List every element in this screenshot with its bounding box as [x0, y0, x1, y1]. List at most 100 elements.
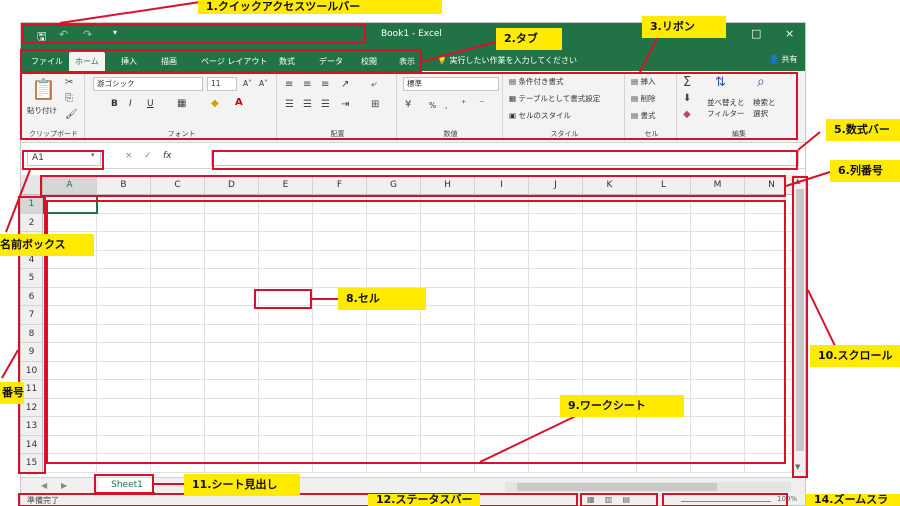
align-middle-icon[interactable]: ≡	[303, 79, 311, 90]
column-header-N[interactable]: N	[745, 175, 799, 195]
tab-home[interactable]: ホーム	[69, 52, 105, 71]
decrease-decimal-icon[interactable]: ⁻	[479, 99, 484, 110]
row-header-8[interactable]: 8	[21, 324, 43, 343]
column-header-C[interactable]: C	[151, 175, 205, 195]
vertical-scrollbar[interactable]: ▲ ▼	[793, 175, 805, 477]
row-header-14[interactable]: 14	[21, 435, 43, 454]
percent-button[interactable]: %	[429, 101, 436, 110]
undo-icon[interactable]: ↶	[59, 28, 68, 41]
paste-icon[interactable]: 📋	[31, 77, 56, 101]
tab-draw[interactable]: 描画	[155, 52, 183, 71]
sheet-tab[interactable]: Sheet1	[99, 478, 155, 494]
scroll-up-icon[interactable]: ▲	[795, 177, 800, 185]
align-center-icon[interactable]: ☰	[303, 99, 312, 110]
share-button[interactable]: 👤 共有	[769, 54, 798, 65]
formula-input[interactable]	[211, 150, 799, 166]
page-layout-view-icon[interactable]: ▥	[605, 495, 613, 504]
number-format-select[interactable]: 標準	[403, 77, 499, 91]
tab-formulas[interactable]: 数式	[273, 52, 301, 71]
merge-center-icon[interactable]: ⊞	[371, 99, 379, 110]
next-sheet-icon[interactable]: ▶	[61, 481, 67, 490]
name-box[interactable]: A1	[27, 150, 101, 166]
column-header-G[interactable]: G	[367, 175, 421, 195]
tab-review[interactable]: 校閲	[355, 52, 383, 71]
clear-icon[interactable]: ◆	[683, 109, 691, 120]
column-header-J[interactable]: J	[529, 175, 583, 195]
delete-cells-button[interactable]: ▤ 削除	[631, 93, 655, 104]
row-header-10[interactable]: 10	[21, 361, 43, 380]
tab-data[interactable]: データ	[313, 52, 349, 71]
scroll-down-icon[interactable]: ▼	[795, 463, 800, 471]
name-box-dropdown-icon[interactable]: ▾	[91, 151, 95, 159]
format-as-table-button[interactable]: ▦ テーブルとして書式設定	[509, 93, 600, 104]
column-header-F[interactable]: F	[313, 175, 367, 195]
font-name-select[interactable]: 游ゴシック	[93, 77, 203, 91]
column-header-M[interactable]: M	[691, 175, 745, 195]
row-header-11[interactable]: 11	[21, 380, 43, 399]
bold-button[interactable]: B	[111, 99, 118, 109]
column-header-E[interactable]: E	[259, 175, 313, 195]
select-label[interactable]: 選択	[753, 108, 768, 119]
tab-insert[interactable]: 挿入	[115, 52, 143, 71]
select-all-button[interactable]	[21, 175, 43, 195]
row-header-13[interactable]: 13	[21, 417, 43, 436]
insert-cells-button[interactable]: ▤ 挿入	[631, 76, 655, 87]
zoom-slider[interactable]	[681, 501, 771, 502]
row-header-2[interactable]: 2	[21, 213, 43, 232]
enter-icon[interactable]: ✓	[144, 151, 152, 161]
italic-button[interactable]: I	[129, 99, 132, 109]
row-header-7[interactable]: 7	[21, 306, 43, 325]
row-header-6[interactable]: 6	[21, 287, 43, 306]
format-painter-icon[interactable]: 🖌	[65, 109, 78, 120]
column-header-D[interactable]: D	[205, 175, 259, 195]
vertical-scroll-thumb[interactable]	[796, 189, 804, 451]
grow-font-button[interactable]: A˄	[243, 79, 252, 88]
wrap-text-icon[interactable]: ⤶	[371, 79, 377, 90]
find-label[interactable]: 検索と	[753, 97, 776, 108]
filter-label[interactable]: フィルター	[707, 108, 744, 119]
row-header-5[interactable]: 5	[21, 269, 43, 288]
comma-button[interactable]: ,	[445, 101, 447, 110]
horizontal-scroll-thumb[interactable]	[517, 483, 717, 491]
font-color-icon[interactable]: A	[235, 97, 243, 108]
orientation-icon[interactable]: ↗	[341, 79, 349, 90]
cancel-icon[interactable]: ×	[125, 151, 133, 161]
increase-decimal-icon[interactable]: ⁺	[461, 99, 466, 110]
autosum-icon[interactable]: Σ	[683, 75, 691, 90]
shrink-font-button[interactable]: A˅	[259, 79, 268, 88]
cell-styles-button[interactable]: ▣ セルのスタイル	[509, 110, 571, 121]
column-header-H[interactable]: H	[421, 175, 475, 195]
tab-page-layout[interactable]: ページ レイアウト	[195, 52, 273, 71]
column-header-I[interactable]: I	[475, 175, 529, 195]
font-size-select[interactable]: 11	[207, 77, 237, 91]
prev-sheet-icon[interactable]: ◀	[41, 481, 47, 490]
page-break-view-icon[interactable]: ▤	[622, 495, 630, 504]
paste-label[interactable]: 貼り付け	[27, 105, 57, 116]
cut-icon[interactable]: ✂	[65, 77, 73, 88]
align-left-icon[interactable]: ☰	[285, 99, 294, 110]
sort-label[interactable]: 並べ替えと	[707, 97, 745, 108]
column-header-A[interactable]: A	[43, 175, 97, 195]
row-header-9[interactable]: 9	[21, 343, 43, 362]
row-header-1[interactable]: 1	[21, 195, 43, 214]
column-header-K[interactable]: K	[583, 175, 637, 195]
normal-view-icon[interactable]: ▦	[587, 495, 595, 504]
fill-color-icon[interactable]: ◆	[211, 98, 219, 109]
copy-icon[interactable]: ⎘	[65, 93, 73, 104]
insert-function-icon[interactable]: fx	[163, 151, 172, 161]
format-cells-button[interactable]: ▤ 書式	[631, 110, 655, 121]
borders-icon[interactable]: ▦	[177, 98, 186, 109]
conditional-format-button[interactable]: ▤ 条件付き書式	[509, 76, 563, 87]
indent-icon[interactable]: ⇥	[341, 99, 349, 110]
column-header-B[interactable]: B	[97, 175, 151, 195]
redo-icon[interactable]: ↷	[83, 28, 92, 41]
row-header-15[interactable]: 15	[21, 454, 43, 473]
horizontal-scrollbar[interactable]	[505, 482, 791, 492]
align-right-icon[interactable]: ☰	[321, 99, 330, 110]
currency-icon[interactable]: ¥	[405, 99, 411, 110]
fill-icon[interactable]: ⬇	[683, 93, 691, 104]
column-header-L[interactable]: L	[637, 175, 691, 195]
active-cell[interactable]	[43, 195, 98, 214]
tab-file[interactable]: ファイル	[25, 52, 69, 71]
customize-qa-icon[interactable]: ▾	[113, 28, 117, 37]
